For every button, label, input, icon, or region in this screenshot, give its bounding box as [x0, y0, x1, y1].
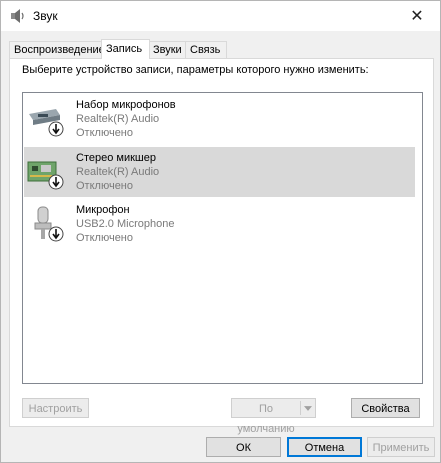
- device-status: Отключено: [76, 127, 133, 139]
- microphone-icon: [34, 206, 64, 242]
- ok-button[interactable]: ОК: [206, 437, 281, 457]
- device-status: Отключено: [76, 180, 133, 192]
- tab-recording[interactable]: Запись: [101, 39, 150, 59]
- device-driver: Realtek(R) Audio: [76, 113, 160, 125]
- sound-card-icon: [27, 161, 64, 190]
- device-driver: USB2.0 Microphone: [76, 218, 175, 230]
- sound-dialog: Звук ✕ Воспроизведение Запись Звуки Связ…: [0, 0, 441, 463]
- close-button[interactable]: ✕: [394, 1, 440, 31]
- device-item-stereo-mix[interactable]: Стерео микшер Realtek(R) Audio Отключено: [24, 147, 415, 197]
- properties-button[interactable]: Свойства: [351, 398, 420, 418]
- device-name: Набор микрофонов: [76, 99, 176, 111]
- chevron-down-icon[interactable]: [304, 406, 312, 411]
- recording-panel: Выберите устройство записи, параметры ко…: [9, 58, 434, 435]
- instruction-text: Выберите устройство записи, параметры ко…: [22, 64, 369, 76]
- window-title: Звук: [33, 9, 58, 23]
- mic-array-icon: [29, 109, 64, 137]
- cancel-button[interactable]: Отмена: [287, 437, 362, 457]
- set-default-label: По умолчанию: [237, 403, 295, 435]
- tab-strip: Воспроизведение Запись Звуки Связь: [9, 39, 433, 59]
- device-item-microphone[interactable]: Микрофон USB2.0 Microphone Отключено: [24, 199, 415, 249]
- set-default-button[interactable]: По умолчанию: [231, 398, 316, 435]
- tab-playback[interactable]: Воспроизведение: [9, 41, 105, 58]
- device-driver: Realtek(R) Audio: [76, 166, 160, 178]
- dropdown-separator: [300, 401, 301, 415]
- configure-button[interactable]: Настроить: [22, 398, 89, 418]
- device-name: Стерео микшер: [76, 152, 156, 164]
- device-status: Отключено: [76, 232, 133, 244]
- speaker-icon: [11, 9, 24, 23]
- device-list[interactable]: Набор микрофонов Realtek(R) Audio Отключ…: [22, 92, 423, 384]
- tab-communications[interactable]: Связь: [185, 41, 227, 58]
- tab-sounds[interactable]: Звуки: [148, 41, 188, 58]
- title-bar[interactable]: Звук ✕: [1, 1, 440, 31]
- device-item-mic-array[interactable]: Набор микрофонов Realtek(R) Audio Отключ…: [24, 94, 415, 144]
- close-icon: ✕: [410, 8, 424, 25]
- apply-button[interactable]: Применить: [367, 437, 435, 457]
- device-name: Микрофон: [76, 204, 130, 216]
